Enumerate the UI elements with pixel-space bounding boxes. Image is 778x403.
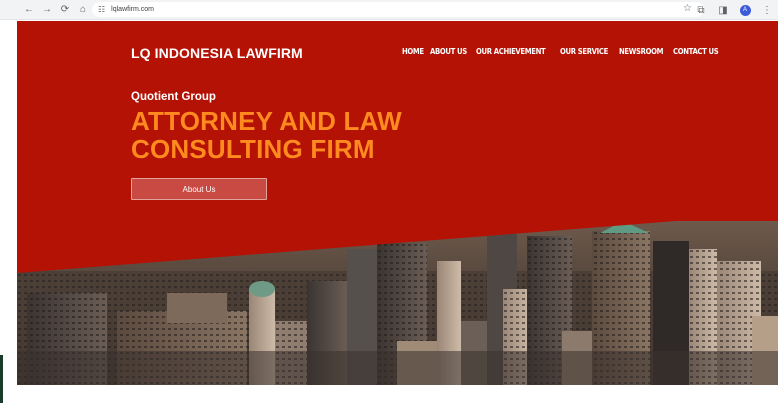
site-brand[interactable]: LQ INDONESIA LAWFIRM — [131, 45, 303, 61]
reload-icon[interactable]: ⟳ — [56, 1, 74, 19]
hero-section: LQ INDONESIA LAWFIRM HOME ABOUT US OUR A… — [17, 21, 778, 385]
left-window-edge — [0, 21, 17, 403]
home-icon[interactable]: ⌂ — [74, 1, 92, 19]
toolbar-actions: ⧉ ◨ A ⋮ — [690, 0, 778, 20]
site-settings-icon[interactable]: ☷ — [98, 5, 105, 14]
profile-avatar[interactable]: A — [734, 4, 756, 16]
city-skyline-image — [17, 21, 778, 385]
nav-our-achievement[interactable]: OUR ACHIEVEMENT — [476, 47, 546, 56]
hero-headline-line1: ATTORNEY AND LAW — [131, 106, 402, 136]
extensions-icon[interactable]: ⧉ — [690, 5, 712, 16]
browser-toolbar: ← → ⟳ ⌂ ☷ lqlawfirm.com ☆ ⧉ ◨ A ⋮ — [0, 0, 778, 20]
back-icon[interactable]: ← — [20, 1, 38, 19]
forward-icon[interactable]: → — [38, 1, 56, 19]
menu-dots-icon[interactable]: ⋮ — [756, 5, 778, 16]
nav-about-us[interactable]: ABOUT US — [430, 47, 467, 56]
url-text: lqlawfirm.com — [111, 6, 154, 13]
nav-contact-us[interactable]: CONTACT US — [673, 47, 719, 56]
address-bar[interactable]: ☷ lqlawfirm.com ☆ — [92, 2, 704, 17]
main-navigation: HOME ABOUT US OUR ACHIEVEMENT OUR SERVIC… — [402, 47, 722, 56]
edge-marker — [0, 355, 3, 403]
about-us-button[interactable]: About Us — [131, 178, 267, 200]
avatar: A — [739, 4, 751, 16]
hero-headline: ATTORNEY AND LAW CONSULTING FIRM — [131, 107, 491, 163]
hero-eyebrow: Quotient Group — [131, 91, 216, 103]
side-panel-icon[interactable]: ◨ — [712, 5, 734, 16]
nav-our-service[interactable]: OUR SERVICE — [560, 47, 608, 56]
hero-headline-line2: CONSULTING FIRM — [131, 134, 375, 164]
nav-home[interactable]: HOME — [402, 47, 424, 56]
nav-newsroom[interactable]: NEWSROOM — [619, 47, 663, 56]
